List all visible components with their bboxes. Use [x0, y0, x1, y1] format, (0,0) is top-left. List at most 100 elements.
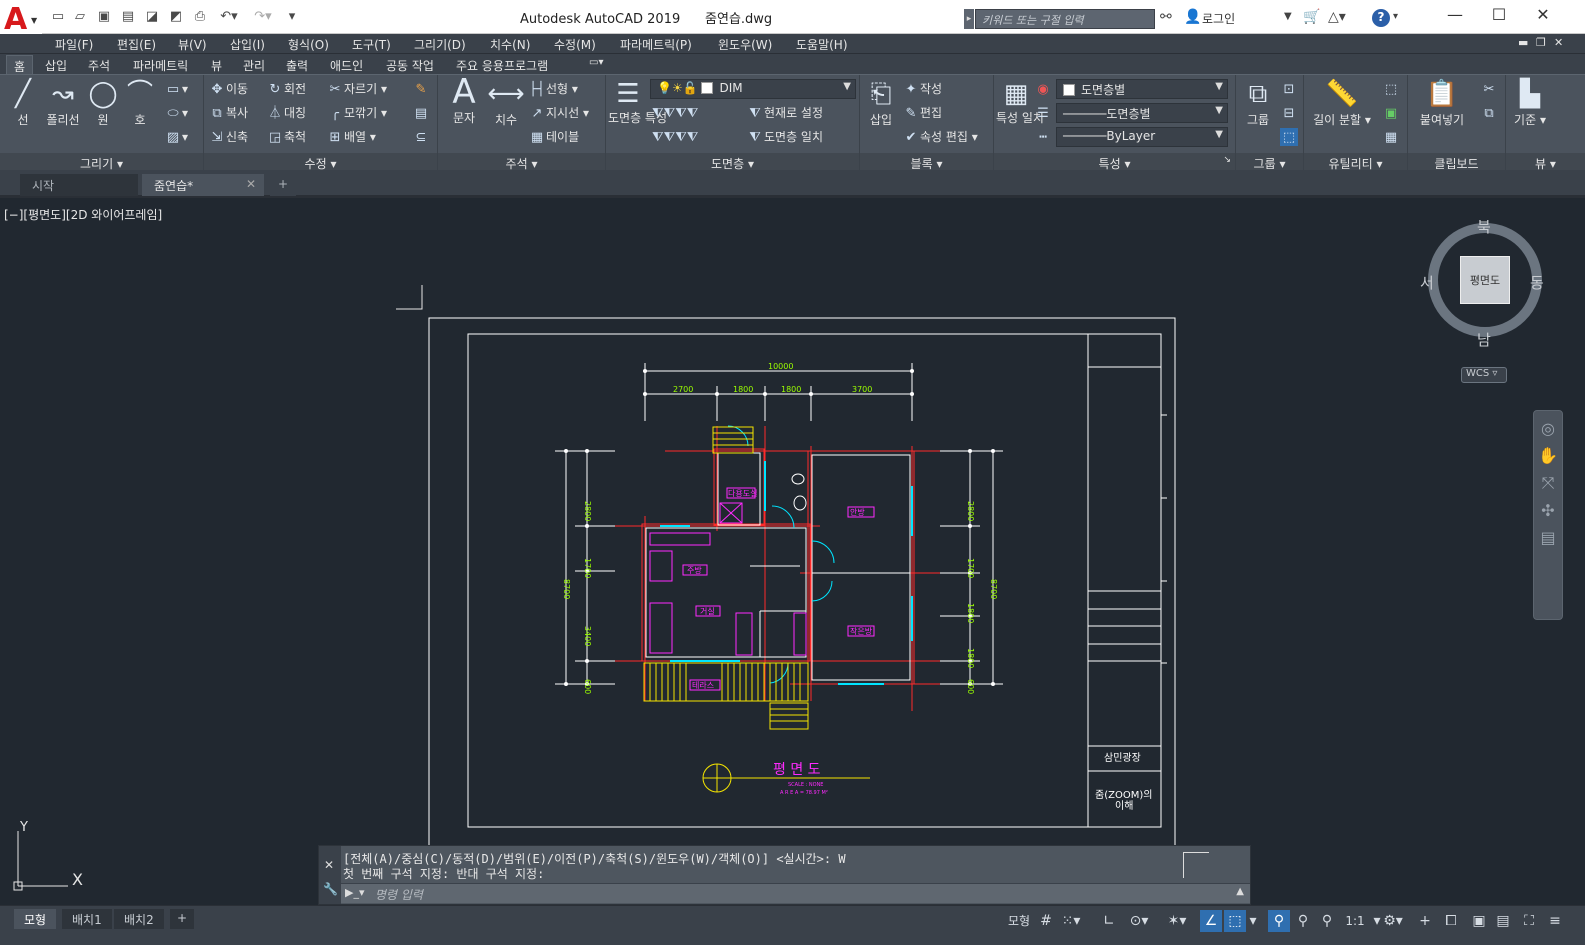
clean-screen-icon[interactable]: ▤ [1492, 910, 1514, 932]
tab-output[interactable]: 출력 [279, 55, 315, 74]
hatch-button[interactable]: ▨ ▾ [164, 128, 188, 146]
quick-select-icon[interactable]: ⬚ [1382, 80, 1400, 98]
steering-wheel-icon[interactable]: ◎ [1534, 419, 1562, 438]
showmotion-icon[interactable]: ▤ [1534, 528, 1562, 547]
polar-tracking-icon[interactable]: ⊙▾ [1122, 910, 1156, 932]
group-edit-icon[interactable]: ⊟ [1280, 104, 1298, 122]
linear-dim-button[interactable]: ├┤선형 ▾ [528, 80, 578, 98]
stretch-button[interactable]: ⇲ 신축 [208, 128, 249, 146]
add-layout-icon[interactable]: + [170, 909, 195, 929]
panel-clipboard-title[interactable]: 클립보드 [1408, 153, 1505, 171]
polyline-button[interactable]: ↝ 폴리선 [42, 79, 84, 128]
tab-addins[interactable]: 애드인 [323, 55, 370, 74]
erase-button[interactable]: ✎ [412, 80, 430, 98]
binoculars-icon[interactable]: ⚯ [1160, 9, 1172, 25]
explode-button[interactable]: ▤ [412, 104, 430, 122]
base-view-button[interactable]: ▙ 기준 ▾ [1510, 79, 1550, 128]
copy-button[interactable]: ⧉ 복사 [208, 104, 248, 122]
model-space-button[interactable]: 모형 [1004, 910, 1034, 932]
arc-button[interactable]: ⌒ 호 [122, 79, 158, 128]
lineweight-dropdown[interactable]: ──────ByLayer ▼ [1056, 127, 1228, 147]
menu-view[interactable]: 뷰(V) [178, 36, 207, 53]
layer-dropdown[interactable]: 💡☀🔓 DIM ▼ [650, 79, 856, 99]
fullscreen-icon[interactable]: ⛶ [1518, 910, 1540, 932]
annotation-scale-button[interactable]: 1:1 [1340, 910, 1370, 932]
layout-tab-1[interactable]: 배치1 [62, 909, 112, 929]
login-button[interactable]: 로그인 [1202, 10, 1235, 27]
linetype-dropdown[interactable]: ──────도면층별 ▼ [1056, 103, 1228, 123]
compass-west[interactable]: 서 [1420, 272, 1434, 293]
match-layer-button[interactable]: ⧨ 도면층 일치 [746, 128, 823, 146]
panel-layers-title[interactable]: 도면층 ▾ [606, 153, 859, 171]
fillet-button[interactable]: ╭ 모깎기 ▾ [326, 104, 387, 122]
tab-home[interactable]: 홈 [6, 55, 34, 74]
tab-collaborate[interactable]: 공동 작업 [379, 55, 441, 74]
hardware-accel-icon[interactable]: ▣ [1468, 910, 1490, 932]
chevron-down-icon[interactable]: ▼ [1284, 9, 1292, 25]
copy-clip-icon[interactable]: ⧉ [1480, 104, 1498, 122]
object-snap-icon[interactable]: ⬚ [1224, 910, 1246, 932]
menu-help[interactable]: 도움말(H) [796, 36, 848, 53]
layer-tools-row1[interactable]: ⧨⧨⧨⧨ [652, 104, 698, 122]
menu-edit[interactable]: 편집(E) [117, 36, 156, 53]
object-snap-tracking-icon[interactable]: ∠ [1200, 910, 1222, 932]
plus-icon[interactable]: + [1414, 910, 1436, 932]
save-icon[interactable]: ▣ [96, 9, 112, 25]
chevron-down-icon[interactable]: ▾ [1393, 9, 1398, 25]
move-button[interactable]: ✥ 이동 [208, 80, 249, 98]
annotation-scale-icon[interactable]: ⚲ [1316, 910, 1338, 932]
save-as-icon[interactable]: ▤ [120, 9, 136, 25]
tab-view[interactable]: 뷰 [204, 55, 229, 74]
command-line-handle[interactable]: ✕ 🔧 [319, 846, 341, 904]
close-icon[interactable]: ✕ [324, 858, 334, 872]
chevron-down-icon[interactable]: ▾ [1246, 910, 1260, 932]
viewcube-top-face[interactable]: 평면도 [1460, 256, 1510, 304]
dimension-button[interactable]: ⟷ 치수 [486, 79, 526, 128]
edit-attribute-button[interactable]: ✔ 속성 편집 ▾ [902, 128, 978, 146]
menu-window[interactable]: 윈도우(W) [718, 36, 772, 53]
select-all-icon[interactable]: ▣ [1382, 104, 1400, 122]
scale-button[interactable]: ◲ 축척 [266, 128, 306, 146]
undo-icon[interactable]: ↶▾ [216, 9, 242, 25]
wrench-icon[interactable]: 🔧 [323, 882, 338, 896]
menu-draw[interactable]: 그리기(D) [414, 36, 466, 53]
zoom-extents-icon[interactable]: ⤧ [1534, 473, 1562, 493]
minimize-icon[interactable]: — [1440, 5, 1470, 24]
pan-hand-icon[interactable]: ✋ [1534, 446, 1562, 465]
save-web-icon[interactable]: ◩ [168, 9, 184, 25]
match-properties-button[interactable]: ▦ 특성 일치 [996, 79, 1044, 125]
close-icon[interactable]: ✕ [1528, 5, 1558, 24]
ortho-icon[interactable]: ∟ [1098, 910, 1120, 932]
cut-icon[interactable]: ✂ [1480, 80, 1498, 98]
doc-minimize-icon[interactable]: ▬ [1518, 36, 1528, 49]
isodraft-icon[interactable]: ✶▾ [1160, 910, 1194, 932]
measure-button[interactable]: 📏 길이 분할 ▾ [1310, 79, 1374, 128]
new-tab-icon[interactable]: + [270, 174, 296, 196]
menu-parametric[interactable]: 파라메트릭(P) [620, 36, 692, 53]
auto-scale-icon[interactable]: ⚲ [1292, 910, 1314, 932]
open-web-icon[interactable]: ◪ [144, 9, 160, 25]
panel-utilities-title[interactable]: 유틸리티 ▾ [1304, 153, 1407, 171]
table-button[interactable]: ▦ 테이블 [528, 128, 579, 146]
search-input[interactable]: 키워드 또는 구절 입력 [975, 9, 1155, 29]
panel-annotation-title[interactable]: 주석 ▾ [438, 153, 605, 171]
calculator-icon[interactable]: ▦ [1382, 128, 1400, 146]
panel-properties-title[interactable]: 특성 ▾ ↘ [994, 153, 1235, 171]
grid-icon[interactable]: # [1036, 910, 1056, 932]
layout-tab-2[interactable]: 배치2 [114, 909, 164, 929]
a360-icon[interactable]: △▾ [1328, 9, 1346, 25]
file-tab-start[interactable]: 시작 [20, 174, 138, 196]
tab-parametric[interactable]: 파라메트릭 [126, 55, 195, 74]
menu-file[interactable]: 파일(F) [55, 36, 93, 53]
user-icon[interactable]: 👤 [1184, 9, 1201, 25]
menu-tools[interactable]: 도구(T) [352, 36, 391, 53]
command-input[interactable]: ▶_▾ 명령 입력 ▲ [341, 883, 1250, 903]
search-expand-icon[interactable]: ▸ [964, 9, 974, 29]
layout-tab-model[interactable]: 모형 [14, 909, 57, 929]
circle-button[interactable]: ◯ 원 [86, 79, 120, 128]
cart-icon[interactable]: 🛒 [1303, 9, 1320, 25]
offset-button[interactable]: ⊆ [412, 128, 430, 146]
command-prompt-icon[interactable]: ▶_▾ [345, 886, 364, 899]
doc-close-icon[interactable]: ✕ [1554, 36, 1563, 49]
trim-button[interactable]: ✂ 자르기 ▾ [326, 80, 387, 98]
